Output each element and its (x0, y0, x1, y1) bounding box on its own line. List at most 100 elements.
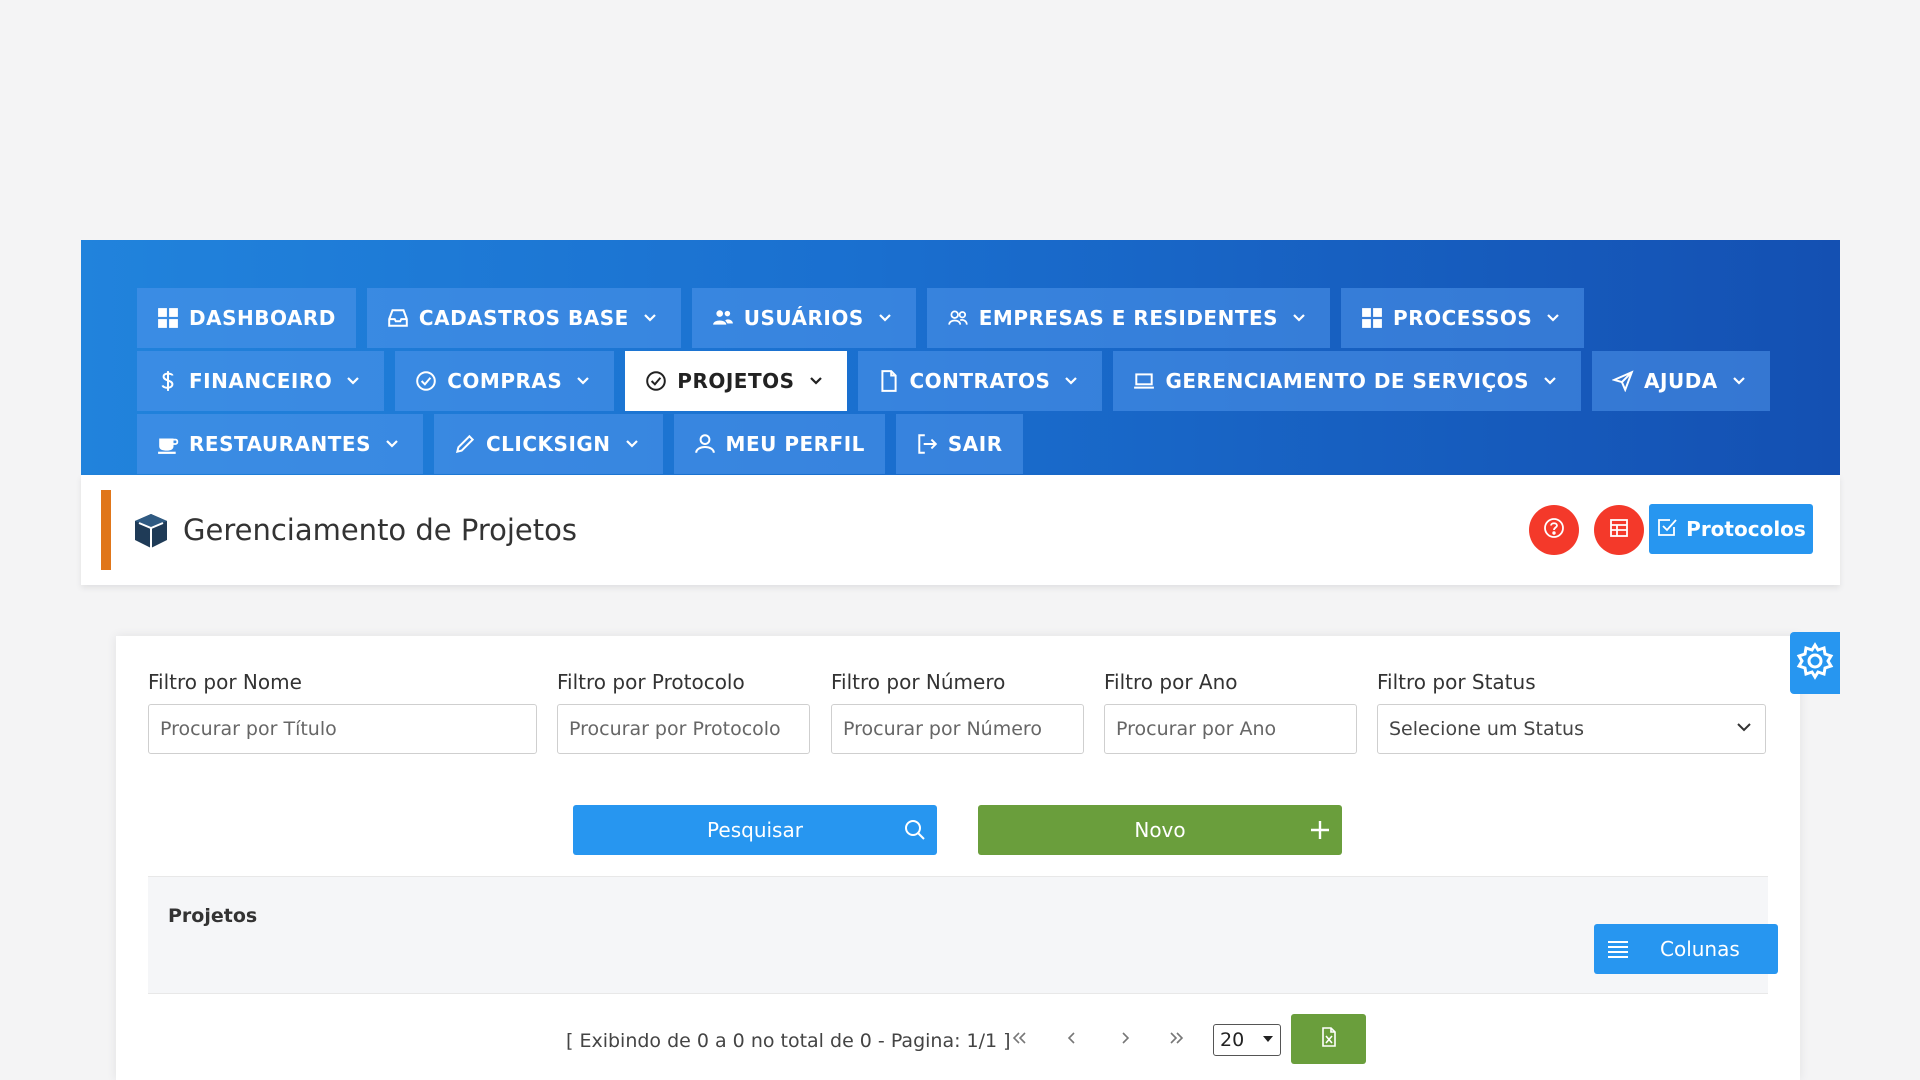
nav-item-label: DASHBOARD (189, 306, 336, 330)
main-nav: DASHBOARD CADASTROS BASE USUÁRIOS EMPRES… (81, 240, 1840, 475)
report-button[interactable] (1594, 505, 1644, 555)
nav-item-usuarios[interactable]: USUÁRIOS (691, 288, 916, 348)
export-excel-button[interactable] (1291, 1014, 1366, 1064)
filter-nome-label: Filtro por Nome (148, 670, 302, 694)
chevron-right-icon (1116, 1028, 1134, 1052)
nav-item-label: PROJETOS (677, 369, 795, 393)
colunas-label: Colunas (1660, 937, 1740, 961)
chevron-down-icon (1060, 370, 1082, 392)
nav-row-1: DASHBOARD CADASTROS BASE USUÁRIOS EMPRES… (137, 288, 1585, 348)
nav-item-dashboard[interactable]: DASHBOARD (137, 288, 356, 348)
chevron-down-icon (621, 433, 643, 455)
chevrons-right-icon (1168, 1028, 1186, 1052)
people-icon (947, 307, 969, 329)
first-page-button[interactable] (1007, 1028, 1031, 1052)
filter-ano-label: Filtro por Ano (1104, 670, 1238, 694)
send-icon (1612, 370, 1634, 392)
filter-status-select[interactable]: Selecione um Status (1377, 704, 1766, 754)
inbox-icon (387, 307, 409, 329)
nav-item-label: FINANCEIRO (189, 369, 333, 393)
users-icon (712, 307, 734, 329)
file-excel-icon (1319, 1027, 1339, 1051)
table-title: Projetos (168, 905, 258, 927)
filter-protocolo-input[interactable] (557, 704, 810, 754)
nav-item-restaurantes[interactable]: RESTAURANTES (137, 414, 423, 474)
nav-row-2: FINANCEIRO COMPRAS PROJETOS CONTRATOS GE… (137, 351, 1770, 411)
nav-item-label: RESTAURANTES (189, 432, 371, 456)
filter-status-value: Selecione um Status (1389, 718, 1584, 740)
nav-row-3: RESTAURANTES CLICKSIGN MEU PERFIL SAIR (137, 414, 1023, 474)
colunas-button[interactable]: Colunas (1594, 924, 1778, 974)
filter-protocolo: Filtro por Protocolo (557, 670, 810, 754)
chevron-down-icon (1542, 307, 1564, 329)
nav-item-projetos[interactable]: PROJETOS (625, 351, 847, 411)
nav-item-meu-perfil[interactable]: MEU PERFIL (673, 414, 885, 474)
prev-page-button[interactable] (1060, 1028, 1084, 1052)
table-icon (1608, 517, 1630, 543)
page-size-value: 20 (1220, 1029, 1245, 1051)
nav-item-gerenciamento-de-servicos[interactable]: GERENCIAMENTO DE SERVIÇOS (1113, 351, 1582, 411)
protocolos-label: Protocolos (1686, 517, 1806, 541)
nav-item-cadastros-base[interactable]: CADASTROS BASE (366, 288, 681, 348)
protocolos-button[interactable]: Protocolos (1649, 504, 1813, 554)
laptop-icon (1133, 370, 1155, 392)
nav-item-clicksign[interactable]: CLICKSIGN (434, 414, 663, 474)
logout-icon (916, 433, 938, 455)
filter-status-label: Filtro por Status (1377, 670, 1536, 694)
check-circle-icon (415, 370, 437, 392)
chevron-down-icon (639, 307, 661, 329)
chevron-down-icon (1539, 370, 1561, 392)
nav-item-label: SAIR (947, 432, 1003, 456)
nav-item-label: EMPRESAS E RESIDENTES (978, 306, 1279, 330)
filter-protocolo-label: Filtro por Protocolo (557, 670, 745, 694)
last-page-button[interactable] (1165, 1028, 1189, 1052)
check-circle-icon (645, 370, 667, 392)
nav-item-label: CLICKSIGN (486, 432, 611, 456)
filter-ano-input[interactable] (1104, 704, 1357, 754)
nav-item-ajuda[interactable]: AJUDA (1592, 351, 1770, 411)
filter-numero-input[interactable] (831, 704, 1084, 754)
chevron-down-icon (1728, 370, 1750, 392)
nav-item-label: COMPRAS (447, 369, 563, 393)
nav-item-label: CADASTROS BASE (418, 306, 629, 330)
filter-numero: Filtro por Número (831, 670, 1084, 754)
dollar-icon (157, 370, 179, 392)
pagination-info: [ Exibindo de 0 a 0 no total de 0 - Pagi… (566, 1030, 1011, 1052)
filter-card: Filtro por Nome Filtro por Protocolo Fil… (116, 636, 1800, 1080)
grid-icon (157, 307, 179, 329)
nav-item-compras[interactable]: COMPRAS (395, 351, 615, 411)
filter-nome-input[interactable] (148, 704, 537, 754)
filter-ano: Filtro por Ano (1104, 670, 1357, 754)
grid-icon (1361, 307, 1383, 329)
nav-item-empresas-e-residentes[interactable]: EMPRESAS E RESIDENTES (926, 288, 1331, 348)
chevron-down-icon (1734, 717, 1754, 742)
nav-item-label: GERENCIAMENTO DE SERVIÇOS (1165, 369, 1530, 393)
settings-tab[interactable] (1790, 632, 1840, 694)
nav-item-label: MEU PERFIL (725, 432, 865, 456)
pencil-icon (454, 433, 476, 455)
help-button[interactable] (1529, 505, 1579, 555)
plus-icon (1308, 818, 1332, 842)
nav-item-processos[interactable]: PROCESSOS (1341, 288, 1585, 348)
nav-item-sair[interactable]: SAIR (895, 414, 1023, 474)
page-size-select[interactable]: 20 (1213, 1024, 1281, 1056)
gear-icon (1795, 641, 1835, 685)
coffee-icon (157, 433, 179, 455)
filter-nome: Filtro por Nome (148, 670, 537, 754)
nav-item-label: PROCESSOS (1393, 306, 1533, 330)
chevron-down-icon (1288, 307, 1310, 329)
file-icon (878, 370, 900, 392)
nav-item-label: AJUDA (1644, 369, 1718, 393)
pesquisar-button[interactable]: Pesquisar (573, 805, 937, 855)
chevron-down-icon (805, 370, 827, 392)
nav-item-label: CONTRATOS (909, 369, 1051, 393)
nav-item-contratos[interactable]: CONTRATOS (857, 351, 1103, 411)
next-page-button[interactable] (1113, 1028, 1137, 1052)
chevron-down-icon (342, 370, 364, 392)
chevron-down-icon (874, 307, 896, 329)
nav-item-financeiro[interactable]: FINANCEIRO (137, 351, 385, 411)
page-header: Gerenciamento de Projetos Protocolos (81, 475, 1840, 585)
novo-button[interactable]: Novo (978, 805, 1342, 855)
user-icon (694, 433, 716, 455)
cube-icon (131, 511, 171, 551)
